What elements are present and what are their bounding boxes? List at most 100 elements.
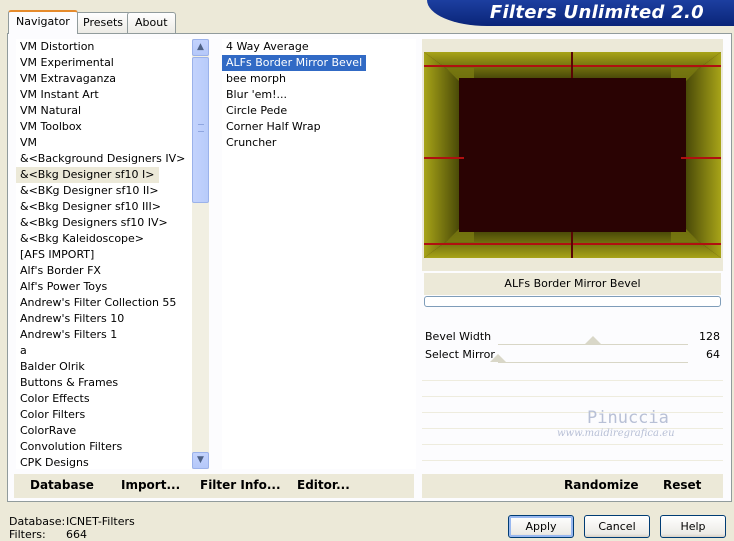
- empty-param-row: [422, 398, 723, 413]
- category-item[interactable]: VM Toolbox: [16, 119, 192, 135]
- param-label: Bevel Width: [425, 330, 492, 343]
- filter-item-label: bee morph: [226, 72, 286, 85]
- watermark-url: www.maidiregrafica.eu: [557, 428, 675, 439]
- category-item-label: &<Bkg Kaleidoscope>: [20, 232, 145, 245]
- filter-item[interactable]: Circle Pede: [222, 103, 416, 119]
- category-item[interactable]: a: [16, 343, 192, 359]
- category-item-label: [AFS IMPORT]: [20, 248, 95, 261]
- tab-about[interactable]: About: [127, 12, 176, 33]
- category-item-label: VM Experimental: [20, 56, 114, 69]
- param-value: 64: [706, 348, 720, 361]
- filter-list[interactable]: 4 Way Average ALFs Border Mirror Bevel bee…: [222, 39, 416, 469]
- scrollbar-thumb[interactable]: [192, 57, 209, 203]
- category-item[interactable]: CPK Designs: [16, 455, 192, 469]
- category-item-label: CPK Designs: [20, 456, 89, 469]
- category-item-label: VM Distortion: [20, 40, 95, 53]
- chevron-up-icon[interactable]: ▲: [192, 39, 209, 56]
- category-item-label: &<Background Designers IV>: [20, 152, 186, 165]
- database-label: Database:: [9, 515, 66, 528]
- watermark-name: Pinuccia: [587, 408, 669, 428]
- empty-param-row: [422, 446, 723, 461]
- category-item[interactable]: Convolution Filters: [16, 439, 192, 455]
- preview-image: [424, 52, 721, 258]
- category-item[interactable]: &<BKg Designer sf10 II>: [16, 183, 192, 199]
- category-item[interactable]: Alf's Power Toys: [16, 279, 192, 295]
- category-item-label: &<BKg Designer sf10 II>: [20, 184, 159, 197]
- command-bar-right: Randomize Reset: [422, 474, 723, 498]
- category-item-label: a: [20, 344, 27, 357]
- category-item-label: Andrew's Filters 1: [20, 328, 118, 341]
- editor-button[interactable]: Editor...: [297, 478, 350, 492]
- category-item[interactable]: &<Background Designers IV>: [16, 151, 192, 167]
- apply-button[interactable]: Apply: [508, 515, 574, 538]
- category-item[interactable]: VM Experimental: [16, 55, 192, 71]
- filter-preview: [424, 52, 721, 258]
- empty-param-row: [422, 366, 723, 381]
- category-item[interactable]: VM Distortion: [16, 39, 192, 55]
- category-item[interactable]: &<Bkg Designers sf10 IV>: [16, 215, 192, 231]
- category-item-label: Alf's Power Toys: [20, 280, 108, 293]
- category-item-label: ColorRave: [20, 424, 77, 437]
- progress-bar: [424, 296, 721, 307]
- grip-icon: [198, 124, 204, 132]
- category-item-label: Andrew's Filter Collection 55: [20, 296, 177, 309]
- filter-item[interactable]: ALFs Border Mirror Bevel: [222, 55, 416, 71]
- param-value: 128: [699, 330, 720, 343]
- filters-count: 664: [66, 528, 87, 541]
- category-item[interactable]: &<Bkg Designer sf10 I>: [16, 167, 192, 183]
- category-item-label: Color Filters: [20, 408, 86, 421]
- tab-navigator[interactable]: Navigator: [8, 10, 78, 34]
- category-item[interactable]: Alf's Border FX: [16, 263, 192, 279]
- category-item[interactable]: [AFS IMPORT]: [16, 247, 192, 263]
- command-bar-left: Database Import... Filter Info... Editor…: [14, 474, 414, 498]
- category-item[interactable]: ColorRave: [16, 423, 192, 439]
- select-mirror-slider[interactable]: [490, 345, 688, 363]
- parameter-panel: Bevel Width 128 Select Mirror 64: [422, 325, 723, 469]
- param-bevel-width[interactable]: Bevel Width 128: [422, 327, 723, 345]
- category-item[interactable]: &<Bkg Designer sf10 III>: [16, 199, 192, 215]
- filter-item[interactable]: Corner Half Wrap: [222, 119, 416, 135]
- cancel-button[interactable]: Cancel: [584, 515, 650, 538]
- tab-presets[interactable]: Presets: [75, 12, 132, 33]
- filters-label: Filters:: [9, 528, 46, 541]
- category-item[interactable]: Balder Olrik: [16, 359, 192, 375]
- category-item-label: Alf's Border FX: [20, 264, 101, 277]
- filter-item-label: ALFs Border Mirror Bevel: [222, 55, 367, 71]
- randomize-button[interactable]: Randomize: [564, 478, 638, 492]
- database-button[interactable]: Database: [30, 478, 94, 492]
- title-banner: Filters Unlimited 2.0: [427, 0, 734, 26]
- current-filter-name: ALFs Border Mirror Bevel: [424, 273, 721, 295]
- filter-item[interactable]: bee morph: [222, 71, 416, 87]
- category-scrollbar[interactable]: ▲ ▼: [192, 39, 209, 469]
- slider-thumb[interactable]: [490, 354, 506, 362]
- import-button[interactable]: Import...: [121, 478, 180, 492]
- category-list[interactable]: VM Distortion VM Experimental VM Extravaga…: [16, 39, 192, 469]
- category-item[interactable]: VM Extravaganza: [16, 71, 192, 87]
- filter-item-label: 4 Way Average: [226, 40, 309, 53]
- category-item[interactable]: VM: [16, 135, 192, 151]
- filter-item[interactable]: Blur 'em!...: [222, 87, 416, 103]
- category-item[interactable]: Color Effects: [16, 391, 192, 407]
- category-item-label: VM Toolbox: [20, 120, 82, 133]
- category-item[interactable]: &<Bkg Kaleidoscope>: [16, 231, 192, 247]
- chevron-down-icon[interactable]: ▼: [192, 452, 209, 469]
- category-item[interactable]: Andrew's Filters 10: [16, 311, 192, 327]
- bevel-width-slider[interactable]: [498, 327, 688, 345]
- help-button[interactable]: Help: [660, 515, 726, 538]
- category-item[interactable]: VM Natural: [16, 103, 192, 119]
- database-value: ICNET-Filters: [66, 515, 135, 528]
- param-select-mirror[interactable]: Select Mirror 64: [422, 345, 723, 363]
- category-item[interactable]: Andrew's Filter Collection 55: [16, 295, 192, 311]
- filter-item[interactable]: Cruncher: [222, 135, 416, 151]
- empty-param-row: [422, 414, 723, 429]
- category-item[interactable]: Buttons & Frames: [16, 375, 192, 391]
- filter-item[interactable]: 4 Way Average: [222, 39, 416, 55]
- filter-info-button[interactable]: Filter Info...: [200, 478, 281, 492]
- reset-button[interactable]: Reset: [663, 478, 701, 492]
- category-item[interactable]: Andrew's Filters 1: [16, 327, 192, 343]
- category-item-label: &<Bkg Designer sf10 III>: [20, 200, 162, 213]
- app-title: Filters Unlimited 2.0: [489, 2, 704, 23]
- category-item[interactable]: Color Filters: [16, 407, 192, 423]
- category-item[interactable]: VM Instant Art: [16, 87, 192, 103]
- slider-thumb[interactable]: [585, 336, 602, 344]
